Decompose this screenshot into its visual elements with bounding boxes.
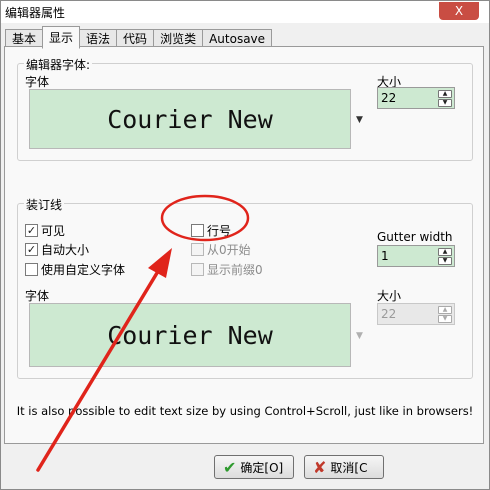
gutter-font-preview-text: Courier New (107, 320, 273, 350)
line-numbers-checkbox[interactable]: 行号 (191, 222, 231, 239)
checkbox-box (191, 243, 204, 256)
editor-font-preview[interactable]: Courier New (29, 89, 351, 149)
editor-font-label: 字体 (25, 75, 50, 89)
gutter-font-dropdown-icon[interactable]: ▼ (356, 331, 363, 341)
gutter-font-label: 字体 (25, 289, 50, 303)
tab-strip: 基本 显示 语法 代码 浏览类 Autosave (5, 26, 273, 49)
cancel-button[interactable]: ✘ 取消[C (304, 455, 384, 479)
gutter-group-label: 装订线 (24, 196, 65, 213)
gutter-width-value: 1 (381, 249, 389, 263)
window-title: 编辑器属性 (5, 6, 66, 20)
gutter-custom-font-label: 使用自定义字体 (41, 263, 126, 277)
gutter-width-label: Gutter width (377, 230, 453, 244)
title-bar: 编辑器属性 X (1, 1, 489, 23)
hint-text: It is also possible to edit text size by… (16, 404, 474, 418)
check-icon: ✓ (25, 243, 38, 256)
show-leading-zeros-label: 显示前缀0 (207, 263, 263, 277)
gutter-custom-font-checkbox[interactable]: 使用自定义字体 (25, 261, 125, 278)
spin-down-icon[interactable]: ▼ (438, 257, 452, 265)
start-at-zero-checkbox[interactable]: 从0开始 (191, 241, 251, 258)
ok-button-label: 确定[O] (240, 460, 284, 475)
close-button[interactable]: X (439, 2, 479, 20)
cross-icon: ✘ (313, 457, 327, 477)
editor-font-dropdown-icon[interactable]: ▼ (356, 115, 363, 125)
line-numbers-label: 行号 (207, 224, 232, 238)
gutter-size-value: 22 (381, 307, 397, 321)
checkbox-box (191, 263, 204, 276)
gutter-width-spinner[interactable]: 1 ▲ ▼ (377, 245, 455, 267)
spin-down-icon[interactable]: ▼ (438, 99, 452, 107)
gutter-size-spinner[interactable]: 22 ▲ ▼ (377, 303, 455, 325)
checkbox-box (191, 224, 204, 237)
show-leading-zeros-checkbox[interactable]: 显示前缀0 (191, 261, 263, 278)
spin-up-icon[interactable]: ▲ (438, 306, 452, 314)
gutter-visible-checkbox[interactable]: ✓ 可见 (25, 222, 65, 239)
close-icon: X (454, 4, 464, 18)
tab-display[interactable]: 显示 (42, 26, 81, 49)
editor-font-preview-text: Courier New (107, 104, 273, 134)
editor-font-group-label: 编辑器字体: (24, 56, 93, 73)
checkmark-icon: ✔ (223, 457, 237, 477)
gutter-autosize-checkbox[interactable]: ✓ 自动大小 (25, 241, 89, 258)
gutter-size-label: 大小 (377, 289, 402, 303)
display-tab-panel: 编辑器字体: 字体 Courier New ▼ 大小 22 ▲ ▼ 装订线 ✓ … (4, 46, 484, 444)
gutter-font-preview[interactable]: Courier New (29, 303, 351, 367)
gutter-visible-label: 可见 (41, 224, 66, 238)
start-at-zero-label: 从0开始 (207, 243, 251, 257)
ok-button[interactable]: ✔ 确定[O] (214, 455, 294, 479)
gutter-autosize-label: 自动大小 (41, 243, 90, 257)
editor-size-spinner[interactable]: 22 ▲ ▼ (377, 87, 455, 109)
spin-up-icon[interactable]: ▲ (438, 248, 452, 256)
cancel-button-label: 取消[C (330, 460, 368, 475)
spin-up-icon[interactable]: ▲ (438, 90, 452, 98)
check-icon: ✓ (25, 224, 38, 237)
editor-size-value: 22 (381, 91, 397, 105)
spin-down-icon[interactable]: ▼ (438, 315, 452, 323)
checkbox-box (25, 263, 38, 276)
